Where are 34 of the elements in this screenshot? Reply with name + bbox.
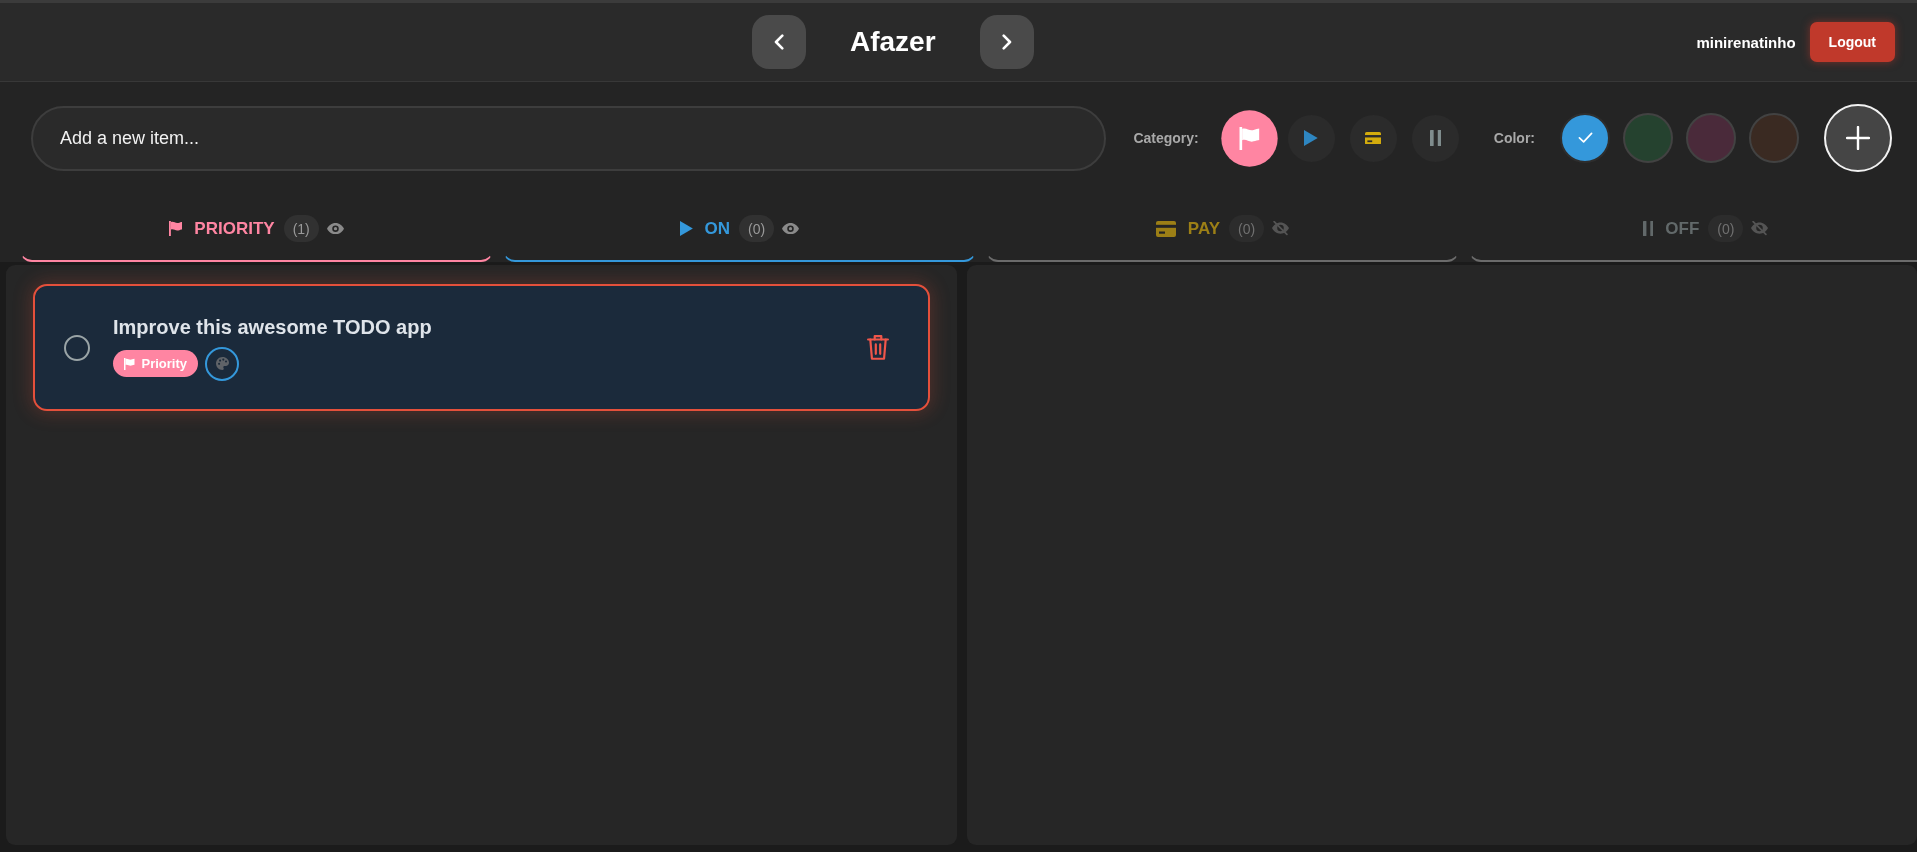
- count-badge: (0): [1708, 215, 1744, 242]
- color-swatch[interactable]: [1623, 113, 1673, 163]
- checkbox[interactable]: [64, 334, 90, 361]
- chevron-left-icon: [774, 34, 784, 50]
- category-tab[interactable]: PRIORITY (1): [20, 194, 493, 262]
- flag-icon: [1239, 126, 1260, 150]
- logout-button[interactable]: Logout: [1809, 22, 1895, 62]
- category-tab[interactable]: ON (0): [503, 194, 976, 262]
- username: minirenatinho: [1696, 33, 1796, 51]
- eye-icon[interactable]: [782, 222, 800, 235]
- task-title: Improve this awesome TODO app: [113, 314, 432, 339]
- count-badge: (0): [1229, 215, 1265, 242]
- palette-icon: [215, 357, 229, 370]
- category-label: Category:: [1133, 130, 1199, 146]
- category-tab[interactable]: OFF (0): [1469, 194, 1917, 262]
- count-badge: (1): [283, 215, 319, 242]
- tag-label: Priority: [141, 356, 187, 371]
- trash-icon[interactable]: [866, 334, 889, 361]
- color-swatch[interactable]: [1749, 113, 1799, 163]
- eye-icon[interactable]: [326, 222, 344, 235]
- new-item-field[interactable]: Add a new item...: [31, 105, 1107, 171]
- color-button[interactable]: [205, 346, 239, 381]
- color-swatch[interactable]: [1560, 113, 1610, 163]
- flag-icon: [124, 357, 135, 370]
- plus-icon: [1846, 126, 1870, 150]
- category-tab[interactable]: PAY (0): [986, 194, 1459, 262]
- count-badge: (0): [739, 215, 775, 242]
- chevron-right-icon: [1001, 34, 1012, 50]
- previous-button[interactable]: [752, 15, 806, 69]
- color-label: Color:: [1493, 130, 1535, 146]
- check-icon: [1577, 132, 1593, 144]
- next-button[interactable]: [979, 15, 1034, 69]
- color-swatch[interactable]: [1686, 113, 1736, 163]
- app-title: Afazer: [850, 26, 936, 58]
